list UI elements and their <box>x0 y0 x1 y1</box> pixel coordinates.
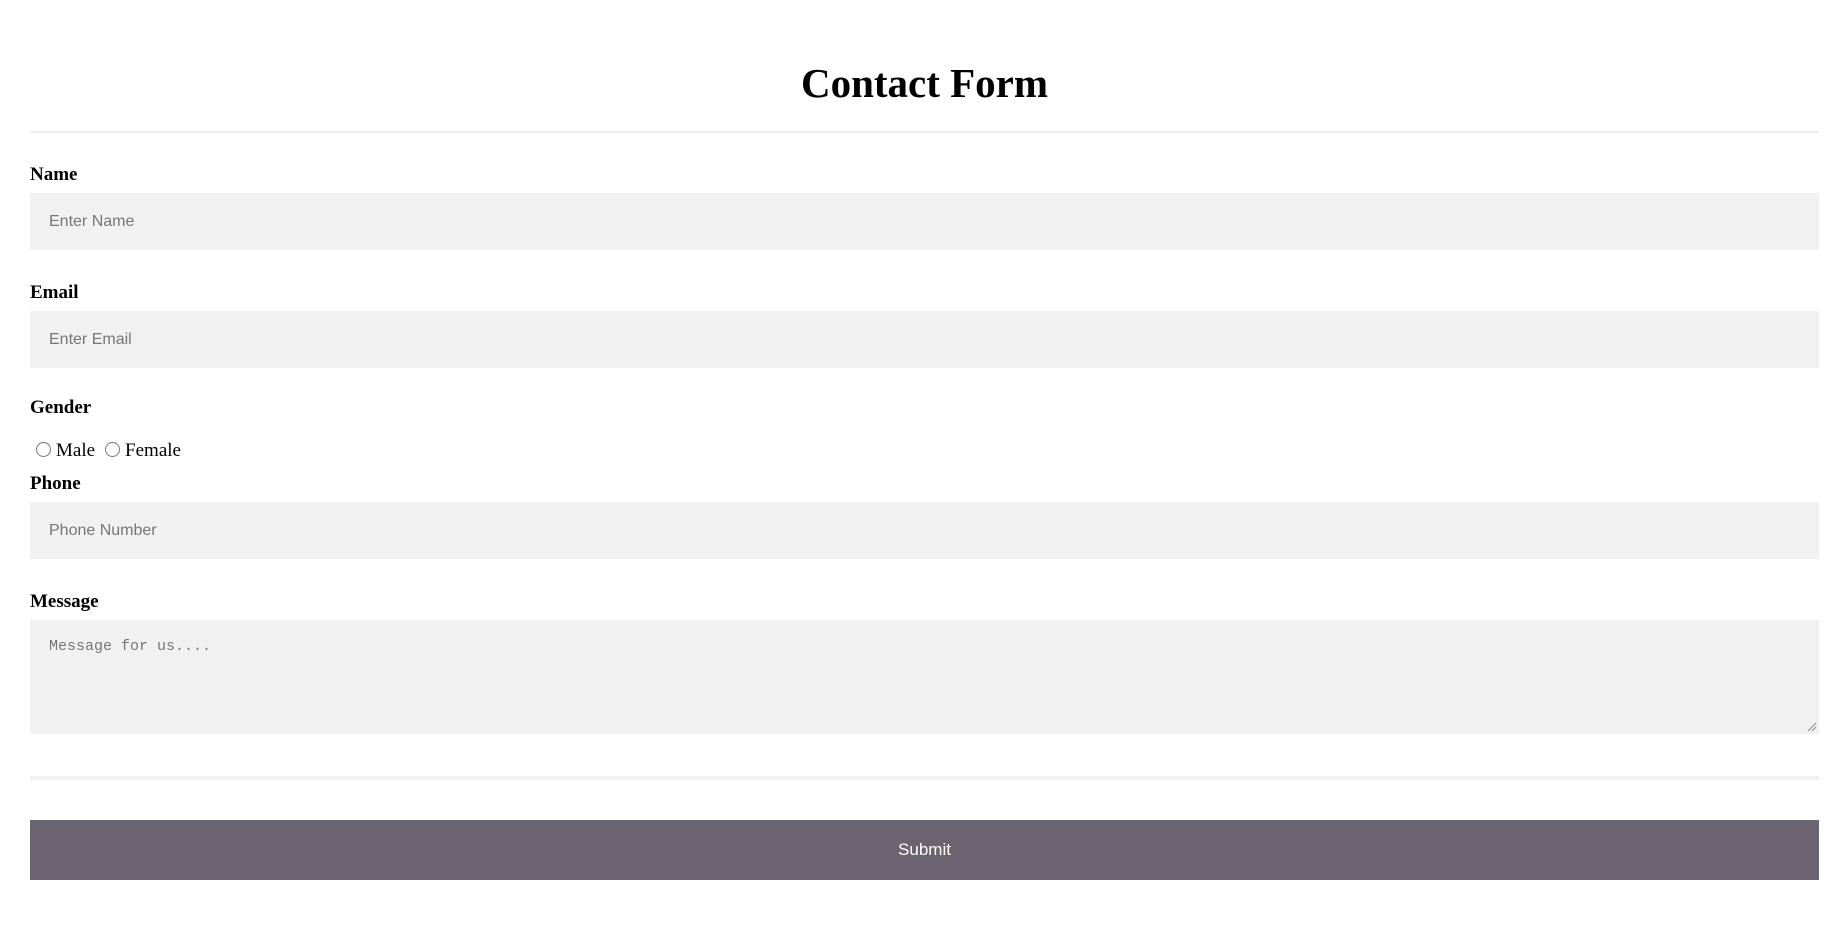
message-label: Message <box>30 591 99 612</box>
name-label: Name <box>30 164 78 185</box>
phone-label: Phone <box>30 473 81 494</box>
contact-form: Contact Form Name Email Gender Male Fema… <box>30 0 1819 880</box>
page-title: Contact Form <box>800 60 1049 106</box>
email-input[interactable] <box>30 311 1819 368</box>
top-divider <box>30 131 1819 133</box>
message-wrapper <box>30 620 1819 734</box>
male-radio-button[interactable] <box>36 442 51 457</box>
male-radio-label[interactable]: Male <box>56 440 95 462</box>
resize-handle-icon[interactable] <box>1807 722 1817 732</box>
gender-radio-group: Male Female <box>36 439 1819 463</box>
gender-label: Gender <box>30 397 92 418</box>
submit-button[interactable]: Submit <box>30 820 1819 880</box>
phone-input[interactable] <box>30 502 1819 559</box>
female-radio-label[interactable]: Female <box>125 440 181 462</box>
message-textarea[interactable] <box>30 620 1819 734</box>
gender-option-male[interactable]: Male <box>36 440 95 462</box>
bottom-divider <box>30 776 1819 780</box>
email-label: Email <box>30 282 79 303</box>
name-input[interactable] <box>30 193 1819 250</box>
gender-option-female[interactable]: Female <box>105 440 181 462</box>
female-radio-button[interactable] <box>105 442 121 457</box>
